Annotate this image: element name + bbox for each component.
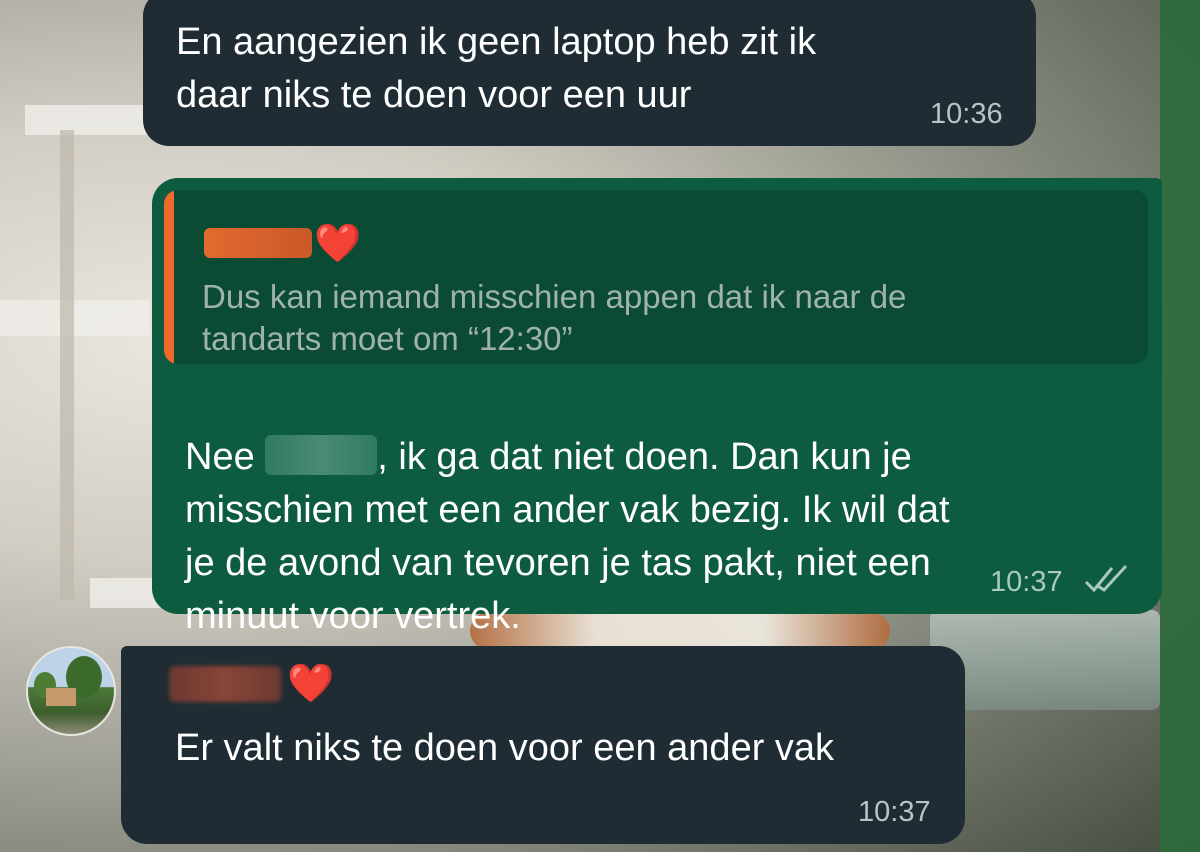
message-timestamp: 10:36 <box>930 98 1003 130</box>
redacted-sender-name <box>204 228 312 258</box>
redacted-sender-name <box>169 666 281 702</box>
message-text-start: Nee <box>185 436 266 478</box>
message-text-rest: misschien met een ander vak bezig. Ik wi… <box>185 489 950 637</box>
message-text: Er valt niks te doen voor een ander vak <box>175 727 835 769</box>
quoted-message[interactable]: ❤️ Dus kan iemand misschien appen dat ik… <box>164 190 1148 364</box>
message-text: Nee , ik ga dat niet doen. Dan kun je mis… <box>185 378 1145 643</box>
quoted-message-text: Dus kan iemand misschien appen dat ik na… <box>202 278 907 357</box>
double-check-icon <box>1082 562 1132 604</box>
message-bubble-incoming[interactable]: En aangezien ik geen laptop heb zit ik d… <box>143 0 1036 146</box>
message-timestamp: 10:37 <box>858 796 931 828</box>
contact-avatar[interactable] <box>26 646 116 736</box>
background-post <box>60 130 74 600</box>
heart-icon: ❤️ <box>287 663 335 705</box>
background-shelf <box>0 300 150 336</box>
message-bubble-outgoing[interactable]: ❤️ Dus kan iemand misschien appen dat ik… <box>152 178 1162 637</box>
message-timestamp: 10:37 <box>990 566 1063 598</box>
message-bubble-incoming[interactable]: ❤️ Er valt niks te doen voor een ander v… <box>121 646 965 844</box>
heart-icon: ❤️ <box>314 223 362 265</box>
message-text-continued: , ik ga dat niet doen. Dan kun je <box>377 436 912 478</box>
message-text: En aangezien ik geen laptop heb zit ik d… <box>176 21 817 116</box>
redacted-name <box>265 435 378 475</box>
quote-accent-bar <box>164 190 174 364</box>
background-wall <box>1160 0 1200 852</box>
